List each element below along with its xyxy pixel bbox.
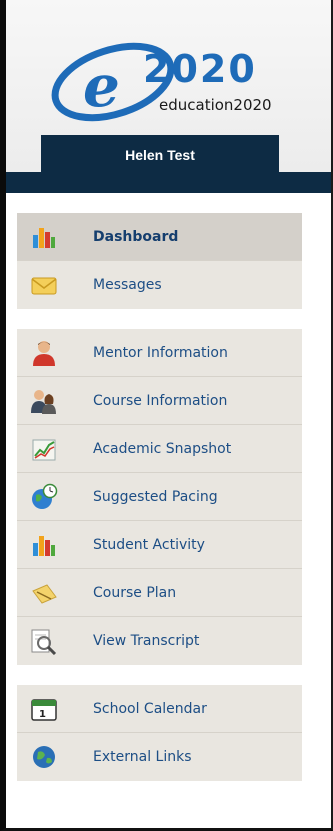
- sidebar-item-messages[interactable]: Messages: [17, 261, 302, 309]
- education2020-logo[interactable]: e 2020 education2020: [51, 32, 281, 128]
- globe-clock-icon: [29, 482, 59, 512]
- sidebar-item-label: Student Activity: [93, 536, 205, 553]
- calendar-icon: 1: [29, 694, 59, 724]
- sidebar-item-external-links[interactable]: External Links: [17, 733, 302, 781]
- sidebar-item-label: Suggested Pacing: [93, 488, 218, 505]
- globe-icon: [29, 742, 59, 772]
- sidebar-item-school-calendar[interactable]: 1 School Calendar: [17, 685, 302, 733]
- nav-group-extra: 1 School Calendar External Links: [17, 685, 302, 781]
- logo-subtext: education2020: [159, 96, 272, 114]
- sidebar-item-label: Course Plan: [93, 584, 177, 601]
- sidebar-item-label: View Transcript: [93, 633, 200, 649]
- sidebar-item-label: School Calendar: [93, 700, 207, 717]
- nav-group-main: Dashboard Messages: [17, 213, 302, 309]
- sidebar-item-suggested-pacing[interactable]: Suggested Pacing: [17, 473, 302, 521]
- sidebar-item-student-activity[interactable]: Student Activity: [17, 521, 302, 569]
- sidebar-item-label: Dashboard: [93, 228, 179, 245]
- nav-spacer: [17, 665, 302, 685]
- sidebar-item-course-plan[interactable]: Course Plan: [17, 569, 302, 617]
- user-name-tab: Helen Test: [41, 135, 279, 175]
- bar-chart-icon: [29, 222, 59, 252]
- user-name: Helen Test: [125, 147, 195, 163]
- people-icon: [29, 386, 59, 416]
- sidebar-item-view-transcript[interactable]: View Transcript: [17, 617, 302, 665]
- document-pencil-icon: [29, 578, 59, 608]
- sidebar-item-dashboard[interactable]: Dashboard: [17, 213, 302, 261]
- sidebar-item-course-information[interactable]: Course Information: [17, 377, 302, 425]
- person-icon: [29, 338, 59, 368]
- trend-chart-icon: [29, 434, 59, 464]
- svg-text:1: 1: [39, 709, 46, 720]
- nav-group-info: Mentor Information Course Information Ac…: [17, 329, 302, 665]
- header-bar: [6, 172, 331, 193]
- envelope-icon: [29, 270, 59, 300]
- magnifier-document-icon: [29, 626, 59, 656]
- sidebar-item-label: Mentor Information: [93, 344, 228, 361]
- sidebar-item-label: External Links: [93, 749, 192, 765]
- sidebar-nav: Dashboard Messages Mentor Information Co…: [17, 213, 302, 781]
- nav-spacer: [17, 309, 302, 329]
- sidebar-item-academic-snapshot[interactable]: Academic Snapshot: [17, 425, 302, 473]
- svg-text:e: e: [83, 52, 120, 120]
- bar-chart-icon: [29, 530, 59, 560]
- sidebar-item-label: Course Information: [93, 392, 228, 409]
- sidebar-item-label: Messages: [93, 277, 162, 293]
- sidebar-item-label: Academic Snapshot: [93, 440, 232, 457]
- sidebar-item-mentor-information[interactable]: Mentor Information: [17, 329, 302, 377]
- logo-text: 2020: [143, 47, 257, 91]
